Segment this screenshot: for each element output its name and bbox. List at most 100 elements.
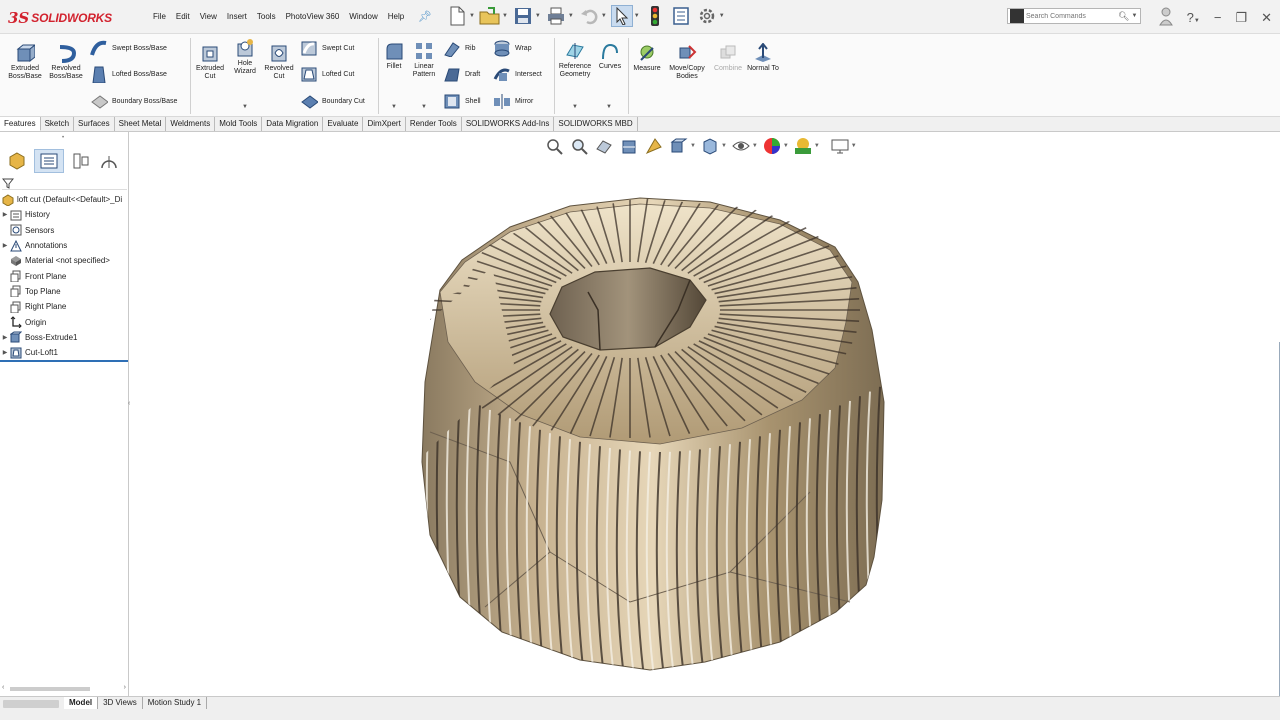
chevron-down-icon[interactable]: ▼	[601, 13, 607, 19]
chevron-right-icon[interactable]: ▶	[0, 211, 10, 218]
tab-model[interactable]: Model	[64, 697, 99, 709]
chevron-right-icon[interactable]: ▶	[0, 334, 10, 341]
tab-weldments[interactable]: Weldments	[166, 117, 216, 131]
feature-tree-tab-icon[interactable]	[2, 149, 32, 173]
filter-icon[interactable]	[1, 177, 15, 189]
tab-data-migration[interactable]: Data Migration	[262, 117, 324, 131]
solidworks-logo[interactable]: 3S SOLIDWORKS	[8, 8, 112, 28]
tab-surfaces[interactable]: Surfaces	[74, 117, 115, 131]
chevron-down-icon[interactable]: ▼	[719, 13, 725, 19]
shell-button[interactable]: Shell	[443, 92, 481, 110]
tree-item-history[interactable]: ▶ History	[0, 207, 128, 222]
menu-view[interactable]: View	[195, 12, 222, 21]
hole-wizard-button[interactable]: Hole Wizard	[229, 38, 261, 76]
chevron-down-icon[interactable]: ▼	[391, 104, 397, 110]
move-copy-bodies-button[interactable]: Move/Copy Bodies	[666, 43, 708, 81]
chevron-right-icon[interactable]: ›	[124, 684, 126, 691]
open-folder-icon[interactable]	[479, 5, 501, 27]
tree-item-boss-extrude1[interactable]: ▶ Boss-Extrude1	[0, 330, 128, 345]
swept-cut-button[interactable]: Swept Cut	[300, 39, 354, 57]
tree-item-sensors[interactable]: Sensors	[0, 223, 128, 238]
user-icon[interactable]	[1158, 6, 1173, 29]
tree-item-front-plane[interactable]: Front Plane	[0, 268, 128, 283]
tab-3d-views[interactable]: 3D Views	[98, 697, 143, 709]
save-icon[interactable]	[512, 5, 534, 27]
panel-grip-icon[interactable]: •	[62, 135, 64, 141]
revolved-boss-button[interactable]: Revolved Boss/Base	[46, 43, 86, 81]
menu-insert[interactable]: Insert	[222, 12, 252, 21]
tree-item-annotations[interactable]: ▶ Annotations	[0, 238, 128, 253]
draft-button[interactable]: Draft	[443, 65, 480, 83]
chevron-down-icon[interactable]: ▼	[421, 104, 427, 110]
intersect-button[interactable]: Intersect	[493, 65, 542, 83]
select-cursor-icon[interactable]	[610, 5, 633, 27]
tab-mbd[interactable]: SOLIDWORKS MBD	[554, 117, 638, 131]
chevron-down-icon[interactable]: ▼	[242, 104, 248, 110]
curves-button[interactable]: Curves	[596, 41, 624, 71]
fillet-button[interactable]: Fillet	[383, 41, 405, 71]
reference-geometry-button[interactable]: Reference Geometry	[557, 41, 593, 79]
minimize-icon[interactable]: −	[1214, 10, 1222, 25]
tab-mold-tools[interactable]: Mold Tools	[215, 117, 263, 131]
file-properties-icon[interactable]	[670, 5, 692, 27]
gear-icon[interactable]	[696, 5, 718, 27]
menu-help[interactable]: Help	[383, 12, 409, 21]
configuration-manager-tab-icon[interactable]	[66, 149, 96, 173]
dimxpert-tab-icon[interactable]	[98, 149, 118, 173]
tab-evaluate[interactable]: Evaluate	[323, 117, 364, 131]
tab-sheet-metal[interactable]: Sheet Metal	[115, 117, 167, 131]
measure-button[interactable]: Measure	[630, 43, 664, 73]
menu-photoview[interactable]: PhotoView 360	[281, 12, 345, 21]
chevron-down-icon[interactable]: ▼	[535, 13, 541, 19]
boundary-cut-button[interactable]: Boundary Cut	[300, 92, 365, 110]
menu-window[interactable]: Window	[344, 12, 382, 21]
chevron-down-icon[interactable]: ▼	[568, 13, 574, 19]
tab-addins[interactable]: SOLIDWORKS Add-Ins	[462, 117, 555, 131]
help-icon[interactable]: ?▼	[1187, 10, 1200, 25]
tree-item-material[interactable]: Material <not specified>	[0, 253, 128, 268]
tab-features[interactable]: Features	[0, 117, 41, 131]
pin-icon[interactable]: 📌︎	[418, 10, 432, 23]
tab-motion-study[interactable]: Motion Study 1	[143, 697, 208, 709]
tree-item-cut-loft1[interactable]: ▶ Cut-Loft1	[0, 345, 128, 360]
search-input[interactable]	[1026, 12, 1118, 20]
tree-item-origin[interactable]: Origin	[0, 314, 128, 329]
tab-sketch[interactable]: Sketch	[41, 117, 75, 131]
property-manager-tab-icon[interactable]	[34, 149, 64, 173]
search-icon[interactable]: 🔍︎	[1118, 11, 1129, 22]
chevron-down-icon[interactable]: ▼	[469, 13, 475, 19]
new-document-icon[interactable]	[446, 5, 468, 27]
graphics-area[interactable]: ▼ ▼ ▼ ▼ ▼ ▼	[130, 132, 1280, 698]
tab-render-tools[interactable]: Render Tools	[406, 117, 462, 131]
chevron-left-icon[interactable]: ‹	[2, 684, 4, 691]
lofted-cut-button[interactable]: Lofted Cut	[300, 65, 354, 83]
tab-scroll-arrows[interactable]	[3, 700, 59, 708]
linear-pattern-button[interactable]: Linear Pattern	[408, 41, 440, 79]
menu-tools[interactable]: Tools	[252, 12, 281, 21]
chevron-down-icon[interactable]: ▼	[606, 104, 612, 110]
chevron-down-icon[interactable]: ▼	[634, 13, 640, 19]
menu-file[interactable]: File	[148, 12, 171, 21]
tree-root[interactable]: loft cut (Default<<Default>_Di	[0, 192, 128, 207]
normal-to-button[interactable]: Normal To	[746, 43, 780, 73]
chevron-right-icon[interactable]: ▶	[0, 349, 10, 356]
restore-icon[interactable]: ❐	[1235, 10, 1247, 26]
tree-item-top-plane[interactable]: Top Plane	[0, 284, 128, 299]
boundary-boss-button[interactable]: Boundary Boss/Base	[90, 92, 177, 110]
revolved-cut-button[interactable]: Revolved Cut	[262, 43, 296, 81]
chevron-down-icon[interactable]: ▼	[1131, 13, 1137, 19]
lofted-boss-button[interactable]: Lofted Boss/Base	[90, 65, 167, 83]
swept-boss-button[interactable]: Swept Boss/Base	[90, 39, 167, 57]
menu-edit[interactable]: Edit	[171, 12, 195, 21]
tree-item-right-plane[interactable]: Right Plane	[0, 299, 128, 314]
print-icon[interactable]	[545, 5, 567, 27]
rib-button[interactable]: Rib	[443, 39, 476, 57]
combine-button[interactable]: Combine	[710, 43, 746, 73]
mirror-button[interactable]: Mirror	[493, 92, 533, 110]
chevron-right-icon[interactable]: ▶	[0, 242, 10, 249]
scrollbar-thumb[interactable]	[10, 687, 90, 691]
search-scope-icon[interactable]	[1010, 9, 1024, 23]
extruded-cut-button[interactable]: Extruded Cut	[193, 43, 227, 81]
close-icon[interactable]: ✕	[1261, 10, 1272, 26]
3d-model-nut[interactable]	[130, 132, 1280, 696]
